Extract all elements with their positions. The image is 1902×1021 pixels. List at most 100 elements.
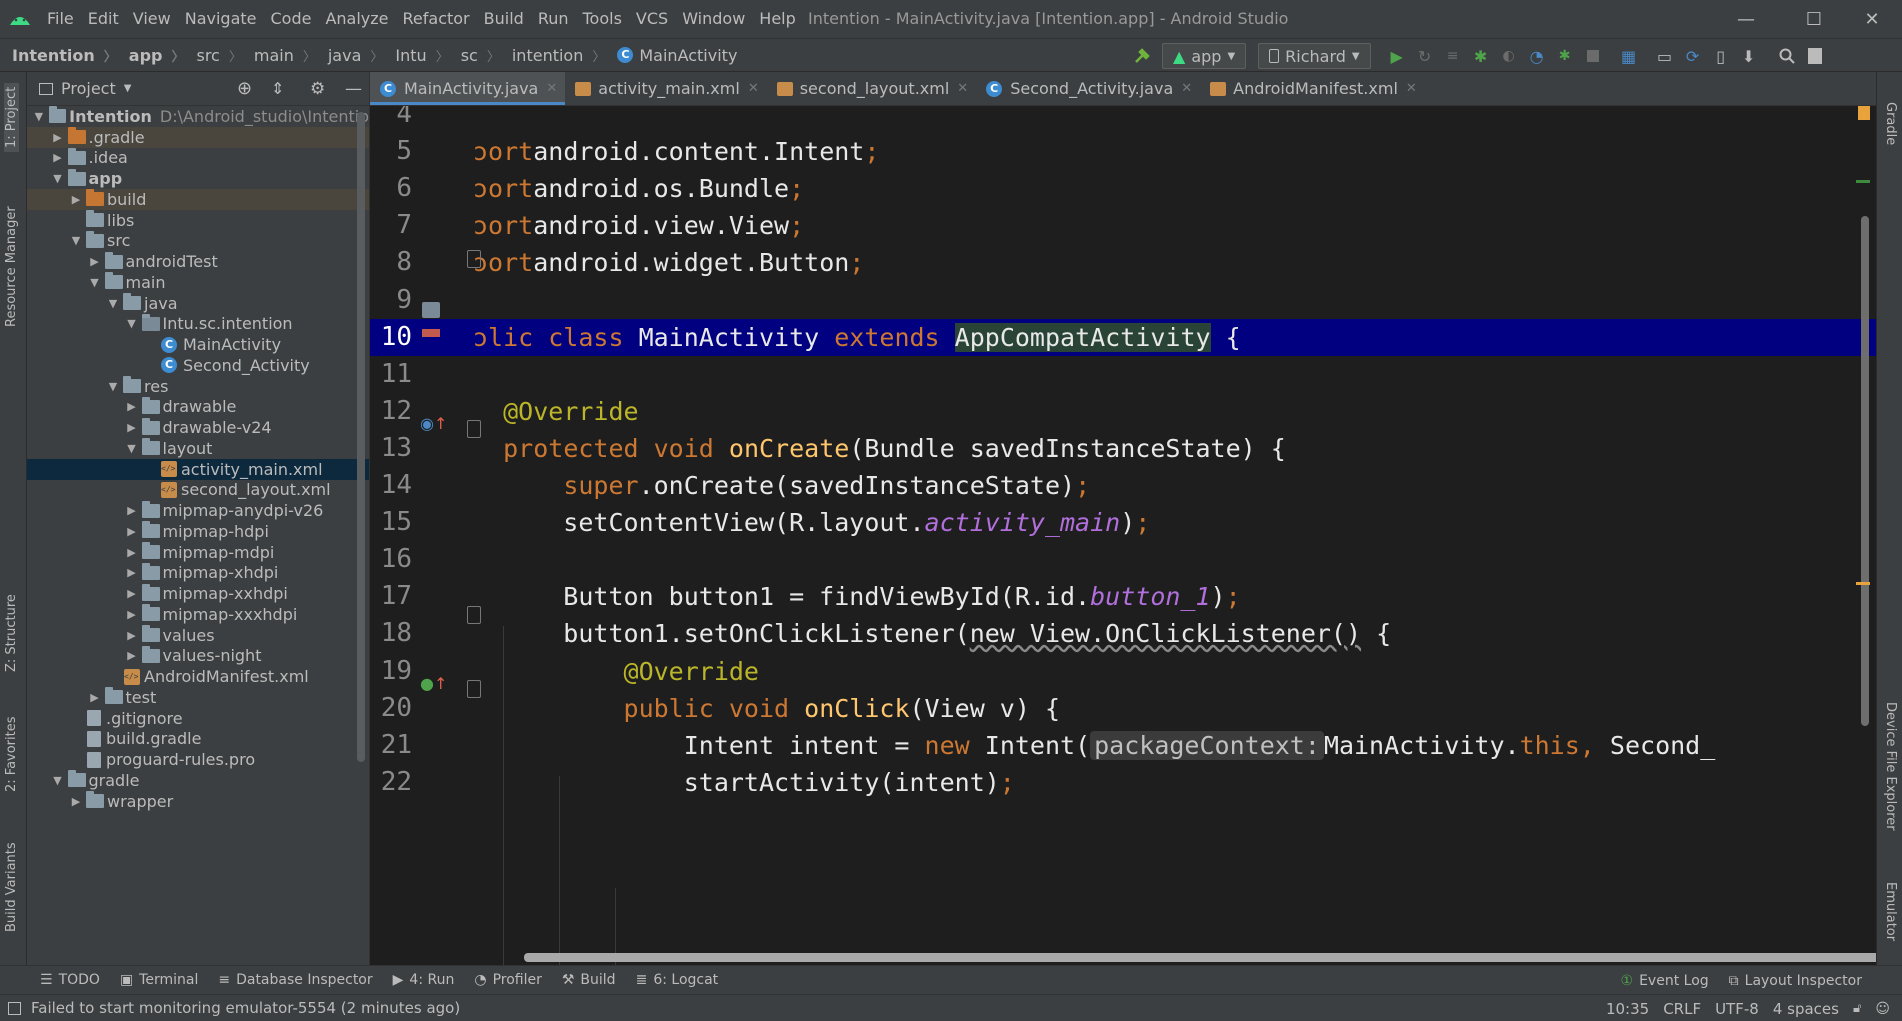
line-number[interactable]: 21 bbox=[370, 727, 412, 764]
tree-root[interactable]: ▼ Intention D:\Android_studio\Intentio bbox=[27, 106, 369, 127]
code-line[interactable]: 17 Button button1 = findViewById(R.id.bu… bbox=[370, 578, 1876, 615]
breadcrumb-item[interactable]: Intu 〉 bbox=[383, 46, 448, 65]
editor-vertical-scrollbar[interactable] bbox=[1861, 216, 1869, 726]
tool-window-button[interactable]: ▣ Terminal bbox=[110, 972, 208, 988]
chevron-down-icon[interactable]: ▼ bbox=[124, 317, 140, 330]
collapse-all-icon[interactable]: ⇕ bbox=[271, 79, 284, 98]
tree-item[interactable]: ▶ values bbox=[27, 625, 369, 646]
device-selector[interactable]: Richard ▼ bbox=[1258, 43, 1371, 69]
line-number[interactable]: 22 bbox=[370, 764, 412, 801]
tree-item[interactable]: ▼ src bbox=[27, 230, 369, 252]
chevron-right-icon[interactable]: ▶ bbox=[68, 795, 84, 808]
code-line[interactable]: 11 bbox=[370, 356, 1876, 393]
tree-item[interactable]: ▶ mipmap-hdpi bbox=[27, 521, 369, 542]
code-line[interactable]: 14 super.onCreate(savedInstanceState); bbox=[370, 467, 1876, 504]
menu-item-run[interactable]: Run bbox=[531, 0, 576, 38]
breadcrumb-item[interactable]: sc 〉 bbox=[449, 46, 500, 65]
tree-item[interactable]: ▶ build bbox=[27, 189, 369, 210]
chevron-right-icon[interactable]: ▶ bbox=[50, 151, 66, 164]
tree-item[interactable]: ▶ drawable-v24 bbox=[27, 417, 369, 438]
code-line[interactable]: 21 Intent intent = new Intent(packageCon… bbox=[370, 727, 1876, 764]
breadcrumb-item[interactable]: app 〉 bbox=[117, 46, 185, 65]
line-number[interactable]: 15 bbox=[370, 504, 412, 541]
chevron-down-icon[interactable]: ▼ bbox=[124, 83, 132, 94]
tree-item[interactable]: ▶ mipmap-xhdpi bbox=[27, 562, 369, 584]
tree-item[interactable]: second_layout.xml bbox=[27, 480, 369, 501]
code-line[interactable]: 6 ɔortandroid.os.Bundle; bbox=[370, 170, 1876, 207]
editor-horizontal-scrollbar[interactable] bbox=[524, 953, 1876, 962]
code-line[interactable]: 12 @Override bbox=[370, 393, 1876, 430]
tree-item[interactable]: ▼ main bbox=[27, 272, 369, 293]
code-line[interactable]: 18 button1.setOnClickListener(new View.O… bbox=[370, 615, 1876, 652]
locate-icon[interactable]: ⊕ bbox=[237, 78, 252, 99]
tool-window-button[interactable]: ≣ 6: Logcat bbox=[626, 972, 729, 988]
line-number[interactable]: 20 bbox=[370, 690, 412, 727]
analysis-warning-icon[interactable] bbox=[1858, 106, 1870, 120]
tool-window-button[interactable]: ▶ 4: Run bbox=[383, 972, 465, 988]
code-line[interactable]: 8 ɔortandroid.widget.Button; bbox=[370, 244, 1876, 281]
layout-file-link-icon[interactable] bbox=[422, 302, 440, 341]
project-scrollbar[interactable] bbox=[357, 112, 365, 762]
tree-item[interactable]: ▶ mipmap-mdpi bbox=[27, 542, 369, 563]
tree-item[interactable]: activity_main.xml bbox=[27, 458, 369, 480]
chevron-right-icon[interactable]: ▶ bbox=[50, 131, 66, 144]
tree-item[interactable]: ▼ app bbox=[27, 168, 369, 189]
tree-item[interactable]: ▶ androidTest bbox=[27, 251, 369, 272]
tree-item[interactable]: ▶ .gradle bbox=[27, 126, 369, 148]
menu-item-vcs[interactable]: VCS bbox=[629, 0, 675, 38]
menu-item-analyze[interactable]: Analyze bbox=[318, 0, 395, 38]
menu-item-build[interactable]: Build bbox=[477, 0, 531, 38]
menu-item-window[interactable]: Window bbox=[675, 0, 752, 38]
status-message[interactable]: Failed to start monitoring emulator-5554… bbox=[31, 999, 460, 1017]
code-line[interactable]: 16 bbox=[370, 541, 1876, 578]
line-number[interactable]: 16 bbox=[370, 541, 412, 578]
emulator-tool-button[interactable]: Emulator bbox=[1883, 882, 1898, 941]
tree-item[interactable]: ▼ gradle bbox=[27, 770, 369, 791]
chevron-down-icon[interactable]: ▼ bbox=[50, 774, 66, 787]
breadcrumb-item[interactable]: intention 〉 bbox=[500, 46, 606, 65]
tree-item[interactable]: C Second_Activity bbox=[27, 355, 369, 376]
project-tool-button[interactable]: 1: Project bbox=[4, 82, 19, 152]
line-number[interactable]: 4 bbox=[370, 106, 412, 133]
tool-window-button[interactable]: ☰ TODO bbox=[30, 972, 110, 988]
editor-tab[interactable]: C MainActivity.java ✕ bbox=[370, 72, 566, 105]
chevron-right-icon[interactable]: ▶ bbox=[124, 400, 140, 413]
chevron-right-icon[interactable]: ▶ bbox=[87, 691, 103, 704]
tool-window-button[interactable]: ① Event Log bbox=[1611, 973, 1719, 989]
close-tab-icon[interactable]: ✕ bbox=[957, 81, 968, 96]
close-tab-icon[interactable]: ✕ bbox=[546, 81, 557, 96]
chevron-right-icon[interactable]: ▶ bbox=[124, 546, 140, 559]
device-file-explorer-tool-button[interactable]: Device File Explorer bbox=[1883, 702, 1898, 831]
editor-tab[interactable]: second_layout.xml ✕ bbox=[767, 72, 976, 105]
fold-marker-icon[interactable] bbox=[467, 250, 481, 268]
line-number[interactable]: 17 bbox=[370, 578, 412, 615]
editor-tab[interactable]: AndroidManifest.xml ✕ bbox=[1200, 72, 1425, 105]
change-marker[interactable] bbox=[1856, 180, 1870, 183]
code-line[interactable]: 7 ɔortandroid.view.View; bbox=[370, 207, 1876, 244]
tree-item[interactable]: proguard-rules.pro bbox=[27, 749, 369, 770]
warning-marker[interactable] bbox=[1856, 582, 1870, 585]
breadcrumb-item[interactable]: Intention 〉 bbox=[0, 46, 117, 65]
status-toggle-icon[interactable] bbox=[8, 1001, 21, 1015]
tree-item[interactable]: .gitignore bbox=[27, 708, 369, 729]
line-number[interactable]: 5 bbox=[370, 133, 412, 170]
line-number[interactable]: 13 bbox=[370, 430, 412, 467]
code-line[interactable]: 22 startActivity(intent); bbox=[370, 764, 1876, 801]
chevron-right-icon[interactable]: ▶ bbox=[124, 421, 140, 434]
line-separator[interactable]: CRLF bbox=[1663, 1000, 1701, 1018]
minimize-button[interactable]: — bbox=[1716, 0, 1776, 38]
debug-icon[interactable]: ✱ bbox=[1467, 42, 1495, 70]
menu-item-navigate[interactable]: Navigate bbox=[178, 0, 264, 38]
line-number[interactable]: 14 bbox=[370, 467, 412, 504]
tree-item[interactable]: C MainActivity bbox=[27, 334, 369, 355]
tree-item[interactable]: AndroidManifest.xml bbox=[27, 666, 369, 687]
structure-tool-button[interactable]: Z: Structure bbox=[4, 594, 19, 672]
chevron-down-icon[interactable]: ▼ bbox=[50, 172, 66, 185]
editor-tab[interactable]: activity_main.xml ✕ bbox=[565, 72, 766, 105]
line-number[interactable]: 9 bbox=[370, 282, 412, 319]
line-number[interactable]: 12 bbox=[370, 393, 412, 430]
avd-manager-icon[interactable]: ▭ bbox=[1651, 42, 1679, 70]
line-number[interactable]: 6 bbox=[370, 170, 412, 207]
breadcrumb-item[interactable]: main 〉 bbox=[242, 46, 316, 65]
gradle-tool-button[interactable]: Gradle bbox=[1883, 102, 1898, 145]
